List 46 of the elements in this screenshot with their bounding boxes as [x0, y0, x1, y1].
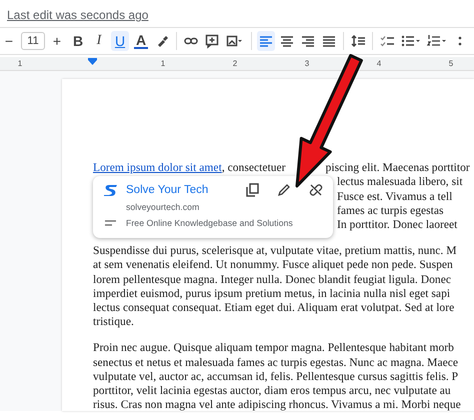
- body-text: vulputate vel, auctor ac, accumsan id, felis. Pellentesque cursus sagittis felis. P: [93, 370, 458, 384]
- body-text: In porttitor. Donec laoreet: [337, 218, 458, 232]
- ruler-number: 2: [232, 59, 238, 68]
- align-left-button[interactable]: [257, 31, 275, 51]
- body-text: lectus malesuada libero, sit: [337, 175, 463, 190]
- ruler-number: 3: [304, 59, 310, 68]
- body-text: senectus et netus et malesuada fames ac turpis egestas. Nunc ac magna. Maece: [93, 356, 458, 370]
- description-icon: [103, 219, 118, 228]
- bulleted-list-icon: [400, 33, 421, 49]
- bold-button[interactable]: B: [69, 31, 87, 51]
- hyperlink[interactable]: Lorem ipsum dolor sit amet: [93, 161, 222, 176]
- line-spacing-icon: [350, 33, 366, 49]
- body-text: Proin nec augue. Quisque aliquam tempor magna. Pellentesque habitant morb: [93, 341, 454, 356]
- increase-font-size-button[interactable]: +: [48, 31, 66, 51]
- copy-icon[interactable]: [246, 183, 259, 198]
- ruler-number: 4: [376, 59, 382, 68]
- ruler-number: 5: [448, 59, 454, 68]
- body-text: , consectetuer: [222, 161, 286, 176]
- body-text: porttitor, velit lacinia egestas auctor, diam eros tempus arcu, nec vulputate au: [93, 384, 451, 398]
- body-text: lorem pellentesque magna. Integer nulla. Donec blandit feugiat ligula. Donec: [93, 272, 451, 287]
- link-description: Free Online Knowledgebase and Solutions: [126, 217, 293, 230]
- ruler-number: 1: [160, 59, 166, 68]
- font-size-field[interactable]: 11: [21, 32, 45, 50]
- edit-icon[interactable]: [277, 183, 291, 198]
- body-text: lectus consequat consequat. Etiam eget dui. Aliquam erat volutpat. Sed at lore: [93, 301, 454, 316]
- body-text: imperdiet euismod, purus ipsum pretium metus, in lacinia nulla nisl eget sapi: [93, 286, 450, 302]
- indent-marker-icon[interactable]: [88, 58, 97, 65]
- decrease-font-size-button[interactable]: −: [0, 31, 18, 51]
- body-text: Suspendisse dui purus, scelerisque at, vulputate vitae, pretium mattis, nunc. M: [93, 244, 457, 258]
- unlink-icon[interactable]: [309, 183, 323, 198]
- link-title[interactable]: Solve Your Tech: [126, 183, 208, 198]
- image-icon: [225, 33, 245, 49]
- body-text: at sem venenatis eleifend. Ut nonummy. Fusce aliquet pede non pede. Suspen: [93, 258, 453, 273]
- last-edit-link[interactable]: Last edit was seconds ago: [7, 8, 148, 22]
- link-domain: solveyourtech.com: [126, 200, 200, 214]
- body-text: Fusce est. Vivamus a tell: [337, 190, 452, 204]
- logo-icon: [103, 184, 118, 197]
- add-comment-icon: [204, 33, 220, 49]
- body-text: risus. Cras non magna vel ante adipiscing rhoncus. Vivamus a mi. Morbi neque: [93, 398, 461, 413]
- ruler-number: 1: [16, 59, 24, 68]
- body-text: tristique.: [93, 315, 134, 330]
- italic-button[interactable]: I: [90, 31, 108, 51]
- body-text: piscing elit. Maecenas porttitor: [326, 161, 470, 176]
- underline-button[interactable]: U: [111, 31, 129, 51]
- text-color-button[interactable]: A: [132, 31, 150, 51]
- body-text: fames ac turpis egestas: [337, 204, 444, 218]
